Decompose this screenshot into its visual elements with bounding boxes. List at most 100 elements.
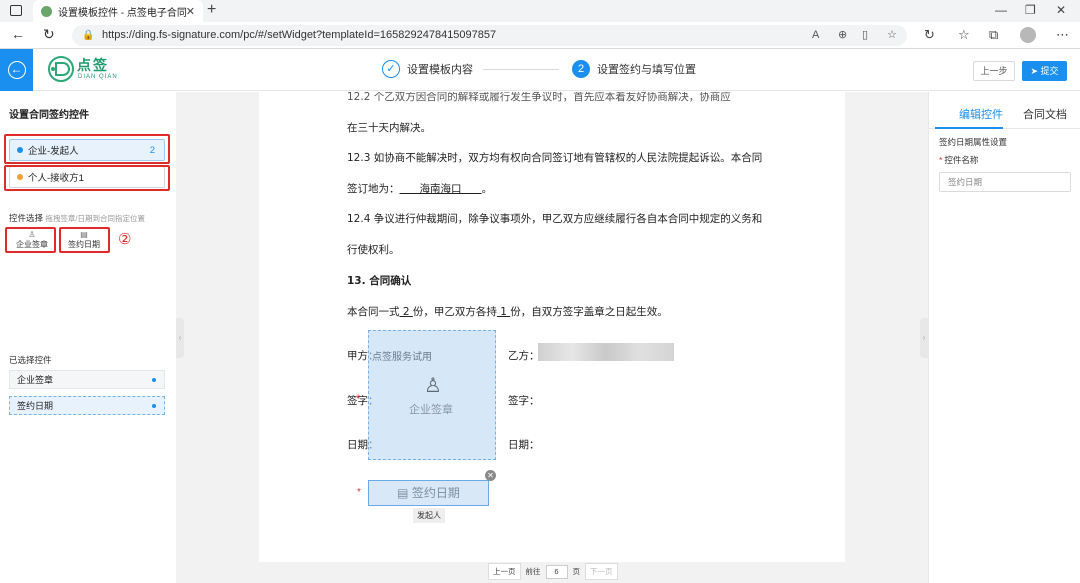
selected-title: 已选择控件 (9, 355, 52, 365)
date-widget-owner-tag: 发起人 (413, 508, 445, 523)
close-window-icon[interactable]: ✕ (1056, 3, 1066, 17)
doc-line: 在三十天内解决。 (347, 122, 431, 134)
address-bar-row: ← ↻ 🔒 https://ding.fs-signature.com/pc/#… (0, 22, 1080, 49)
read-aloud-icon[interactable]: A (812, 25, 819, 46)
url-text: https://ding.fs-signature.com/pc/#/setWi… (102, 29, 497, 41)
pager: 上一页 前往 6 页 下一页 (488, 563, 618, 580)
seal-widget-label: 企业签章 (409, 404, 453, 416)
doc-underlined: 2 (399, 306, 413, 318)
page-unit: 页 (572, 567, 581, 576)
more-menu-icon[interactable]: ⋯ (1056, 27, 1069, 43)
status-dot-icon (152, 378, 156, 382)
prev-step-button[interactable]: 上一步 (973, 61, 1015, 81)
send-icon: ➤ (1030, 66, 1038, 76)
tab-close-icon[interactable]: ✕ (186, 5, 195, 18)
annotation-2: ② (118, 231, 132, 248)
prev-page-button[interactable]: 上一页 (488, 563, 521, 580)
collapse-left-handle[interactable]: ‹ (176, 318, 184, 358)
browser-tabbar: 设置模板控件 - 点签电子合同 ✕ + — ❐ ✕ (0, 0, 1080, 22)
field-label: * 控件名称 (939, 154, 978, 166)
status-dot-icon (152, 404, 156, 408)
step-1-label: 设置模板内容 (407, 64, 473, 76)
controls-label: 控件选择 拖拽签章/日期到合同指定位置 (9, 212, 145, 224)
seal-party-name: 点签服务试用 (372, 352, 432, 363)
doc-underlined: 1 (496, 306, 511, 318)
widget-name-input[interactable]: 签约日期 (939, 172, 1071, 192)
section-title: 签约日期属性设置 (939, 137, 1008, 147)
step-divider (483, 69, 559, 70)
highlight-box (5, 227, 56, 253)
highlight-box (4, 134, 170, 164)
doc-underlined: 海南海口 (399, 183, 482, 195)
collapse-right-handle[interactable]: › (920, 318, 928, 358)
logo-subtext: DIAN QIAN (78, 74, 118, 80)
goto-label: 前往 (525, 567, 541, 576)
page-input[interactable]: 6 (545, 564, 568, 579)
app-back-button[interactable]: ← (0, 49, 33, 91)
panel-title: 设置合同签约控件 (9, 110, 89, 121)
document-page: 12.2 个乙双方因合同的解释或履行发生争议时，首先应本着友好协商解决，协商应 … (259, 92, 845, 562)
doc-line: 12.3 如协商不能解决时，双方均有权向合同签订地有管辖权的人民法院提起诉讼。本… (347, 152, 763, 164)
sign-b-label: 签字： (508, 395, 540, 407)
selected-item-seal[interactable]: 企业签章 (9, 370, 165, 389)
left-panel: 设置合同签约控件 企业-发起人 2 个人-接收方1 ① 控件选择 拖拽签章/日期… (0, 92, 191, 583)
required-mark: * (939, 155, 943, 165)
dianqian-logo-icon (48, 56, 74, 82)
doc-text: 份，自双方签字盖章之日起生效。 (510, 306, 668, 318)
tab-indicator (935, 127, 1003, 129)
favicon-icon (41, 5, 52, 17)
app-header: ← 点签 DIAN QIAN ✓ 设置模板内容 2 设置签约与填写位置 上一步 … (0, 49, 1080, 91)
seal-icon: ♙ (424, 375, 442, 397)
seal-widget[interactable]: 点签服务试用 * ♙ 企业签章 (356, 330, 496, 460)
doc-line: 12.2 个乙双方因合同的解释或履行发生争议时，首先应本着友好协商解决，协商应 (347, 92, 731, 103)
favorites-icon[interactable]: ☆ (958, 27, 970, 43)
remove-widget-icon[interactable]: ✕ (485, 470, 496, 481)
arrow-left-icon: ← (7, 61, 26, 79)
next-page-button[interactable]: 下一页 (585, 563, 618, 580)
url-field[interactable]: 🔒 https://ding.fs-signature.com/pc/#/set… (72, 25, 907, 46)
submit-label: 提交 (1040, 66, 1059, 76)
logo-text: 点签 (77, 57, 109, 73)
extensions-icon[interactable]: ↻ (924, 27, 935, 43)
doc-text: 份，甲乙双方各持 (412, 306, 497, 318)
restore-icon[interactable]: ❐ (1025, 3, 1036, 17)
minimize-icon[interactable]: — (995, 3, 1007, 17)
highlight-box (4, 165, 170, 191)
doc-line: 本合同一式 2 份，甲乙双方各持 1 份，自双方签字盖章之日起生效。 (347, 304, 668, 319)
step-2-number: 2 (572, 60, 590, 78)
lock-icon: 🔒 (82, 30, 95, 41)
doc-heading: 13. 合同确认 (347, 275, 412, 287)
controls-hint: 拖拽签章/日期到合同指定位置 (45, 214, 145, 223)
collections-icon[interactable]: ⧉ (989, 27, 998, 43)
field-label-text: 控件名称 (944, 155, 979, 165)
party-b-label: 乙方： (508, 350, 540, 362)
reader-icon[interactable]: ▯ (862, 25, 868, 46)
tab-edit-widget[interactable]: 编辑控件 (959, 106, 1003, 122)
refresh-icon[interactable]: ↻ (43, 26, 55, 43)
doc-line: 签订地为： 海南海口 。 (347, 181, 492, 196)
doc-line: 行使权利。 (347, 244, 400, 256)
selected-label: 企业签章 (17, 375, 54, 385)
redacted-name (538, 343, 674, 361)
profile-avatar[interactable] (1020, 27, 1036, 43)
date-widget[interactable]: ▤ 签约日期 (368, 480, 489, 506)
back-icon[interactable]: ← (11, 26, 25, 42)
selected-item-date[interactable]: 签约日期 (9, 396, 165, 415)
date-b-label: 日期： (508, 439, 540, 451)
required-mark: * (357, 487, 361, 498)
tab-contract-doc[interactable]: 合同文档 (1023, 106, 1067, 122)
zoom-icon[interactable]: ⊕ (838, 25, 847, 46)
submit-button[interactable]: ➤ 提交 (1022, 61, 1067, 81)
date-widget-label: 签约日期 (411, 486, 460, 500)
right-panel: 编辑控件 合同文档 签约日期属性设置 * 控件名称 签约日期 (928, 92, 1080, 583)
step-1: ✓ 设置模板内容 (382, 60, 473, 78)
favorite-star-icon[interactable]: ☆ (887, 25, 897, 46)
browser-tab[interactable]: 设置模板控件 - 点签电子合同 ✕ (33, 0, 203, 22)
tab-title: 设置模板控件 - 点签电子合同 (58, 7, 187, 19)
new-tab-icon[interactable]: + (207, 1, 216, 19)
calendar-icon: ▤ (397, 486, 409, 500)
controls-title: 控件选择 (9, 213, 44, 223)
window-menu-icon[interactable] (10, 5, 22, 16)
doc-text: 签订地为： (347, 183, 400, 195)
required-mark: * (356, 393, 361, 405)
